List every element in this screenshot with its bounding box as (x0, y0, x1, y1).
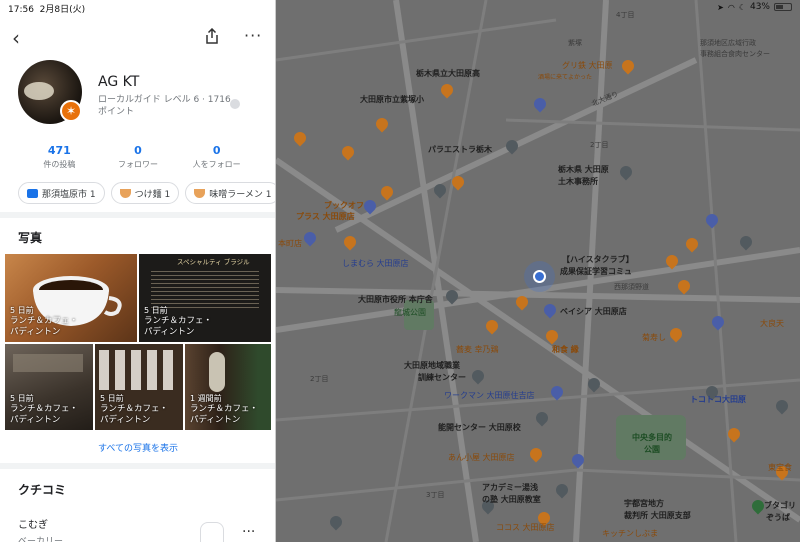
map-label: ブタゴリ (764, 501, 796, 510)
map-label: 栃木県 大田原 (558, 165, 609, 174)
profile-panel: ‹ ··· ✶ AG KT ローカルガイド レベル 6 · 1716 ポイント … (0, 0, 276, 542)
panel-toolbar: ‹ ··· (0, 22, 275, 54)
map-label: 東宝食 (768, 463, 792, 472)
location-arrow-icon: ➤ (717, 2, 724, 12)
battery-icon (774, 3, 792, 11)
map-label: トコトコ大田原 (690, 395, 746, 404)
map-label: 那須地区広域行政 (700, 39, 756, 47)
menu-board-heading: スペシャルティ ブラジル (177, 258, 250, 266)
map-label: あん小屋 大田原店 (448, 453, 515, 462)
map-label: 大田原地域職業 (404, 361, 460, 370)
map-label: 訓練センター (418, 373, 466, 382)
back-icon[interactable]: ‹ (12, 26, 20, 50)
map-label: 土木事務所 (558, 177, 598, 186)
show-all-photos-link[interactable]: すべての写真を表示 (0, 441, 275, 454)
map-label: 2丁目 (590, 141, 609, 149)
map-label: グリ鉄 大田原 (562, 61, 613, 70)
map-label: 宇都宮地方 (624, 499, 664, 508)
local-guide-level: ローカルガイド レベル 6 · 1716 ポイント (98, 95, 231, 117)
map-label: しまむら 大田原店 (342, 259, 409, 268)
map-label: 和食 縁 (552, 345, 579, 354)
review-more-options-icon[interactable]: ··· (242, 524, 255, 540)
chip-tsukemen[interactable]: つけ麺 1 (110, 182, 180, 204)
map-label: ぞうば (766, 513, 790, 522)
status-right: ➤ ◠ ☾ 43% (717, 2, 792, 12)
map-label: プラス 大田原店 (296, 212, 355, 221)
moon-icon: ☾ (738, 2, 746, 12)
profile-stats: 471 件の投稿 0 フォロワー 0 人をフォロー (20, 144, 256, 170)
map-label: 3丁目 (426, 491, 445, 499)
map-label: ココス 大田原店 (496, 523, 555, 532)
map-label: 2丁目 (310, 375, 329, 383)
map-label: パラエストラ栃木 (428, 145, 492, 154)
map-label: 紫塚 (568, 39, 582, 47)
wifi-icon: ◠ (727, 2, 735, 12)
map-label: 酒場に来てよかった (538, 74, 593, 81)
map-label: 成果保証学習コミュ (560, 267, 632, 276)
profile-name: AG KT (98, 74, 140, 90)
chip-nasushiobara[interactable]: 那須塩原市 1 (18, 182, 105, 204)
map-label: 裁判所 大田原支部 (624, 511, 691, 520)
photo-interior-1[interactable]: 5 日前 ランチ＆カフェ・ パディントン (5, 344, 93, 430)
review-place-name[interactable]: こむぎ (18, 516, 48, 531)
map-label: 栃木県立大田原高 (416, 69, 480, 78)
stat-posts[interactable]: 471 件の投稿 (20, 144, 99, 170)
map-label: 大田原市役所 本庁舎 (358, 295, 433, 304)
divider (0, 212, 275, 218)
map-label: ブックオフ (324, 201, 364, 210)
map-label: 中央多目的 (632, 433, 672, 442)
map-label: 大良天 (760, 319, 784, 328)
topic-chips: 那須塩原市 1 つけ麺 1 味噌ラーメン 1 (18, 182, 275, 204)
map-label: キッチンしぶま (602, 529, 658, 538)
stat-followers[interactable]: 0 フォロワー (99, 144, 178, 170)
map-label: 蕎麦 幸乃鶏 (456, 345, 499, 354)
photo-coffee[interactable]: 5 日前 ランチ＆カフェ・ パディントン (5, 254, 137, 342)
photo-menu-board[interactable]: スペシャルティ ブラジル 5 日前 ランチ＆カフェ・ パディントン (139, 254, 271, 342)
review-place-category: ベーカリー (18, 537, 64, 542)
photo-cup-shelf[interactable]: 5 日前 ランチ＆カフェ・ パディントン (95, 344, 183, 430)
chip-miso-ramen[interactable]: 味噌ラーメン 1 (185, 182, 275, 204)
map-label: 事務組合食肉センター (700, 50, 770, 58)
phone-icon[interactable] (200, 522, 224, 542)
map-label: 本町店 (278, 239, 302, 248)
bowl-icon (119, 188, 131, 198)
map-label: 菊寿し (642, 333, 666, 342)
map-label: 能開センター 大田原校 (438, 423, 521, 432)
map-label: ベイシア 大田原店 (560, 307, 627, 316)
map-label: 西那須野道 (614, 283, 649, 291)
status-bar: 17:56 2月8日(火) ➤ ◠ ☾ 43% (0, 0, 800, 16)
local-guide-badge-icon: ✶ (60, 100, 82, 122)
map-label: 大田原市立紫塚小 (360, 95, 424, 104)
map-label: 【ハイスタクラブ】 (562, 255, 634, 264)
share-icon[interactable] (205, 27, 219, 48)
photos-heading: 写真 (18, 231, 43, 245)
photo-entrance-door[interactable]: 1 週間前 ランチ＆カフェ・ パディントン (185, 344, 271, 430)
bar-chart-icon (27, 188, 38, 198)
status-time: 17:56 2月8日(火) (8, 5, 86, 15)
map-view[interactable]: 紫塚 グリ鉄 大田原 酒場に来てよかった 那須地区広域行政 事務組合食肉センター… (276, 0, 800, 542)
battery-percent: 43% (749, 2, 770, 12)
map-label: 公園 (644, 445, 660, 454)
info-icon[interactable] (230, 99, 240, 109)
reviews-heading: クチコミ (18, 483, 67, 497)
divider (0, 463, 275, 469)
current-location-icon[interactable] (533, 270, 546, 283)
menu-board-text (151, 268, 259, 308)
map-label: 龍城公園 (394, 308, 426, 317)
map-label: ワークマン 大田原住吉店 (444, 391, 535, 400)
map-label: の塾 大田原教室 (482, 495, 541, 504)
map-label: アカデミー湯浅 (482, 483, 538, 492)
bowl-icon (194, 188, 206, 198)
more-options-icon[interactable]: ··· (244, 26, 262, 45)
stat-following[interactable]: 0 人をフォロー (177, 144, 256, 170)
